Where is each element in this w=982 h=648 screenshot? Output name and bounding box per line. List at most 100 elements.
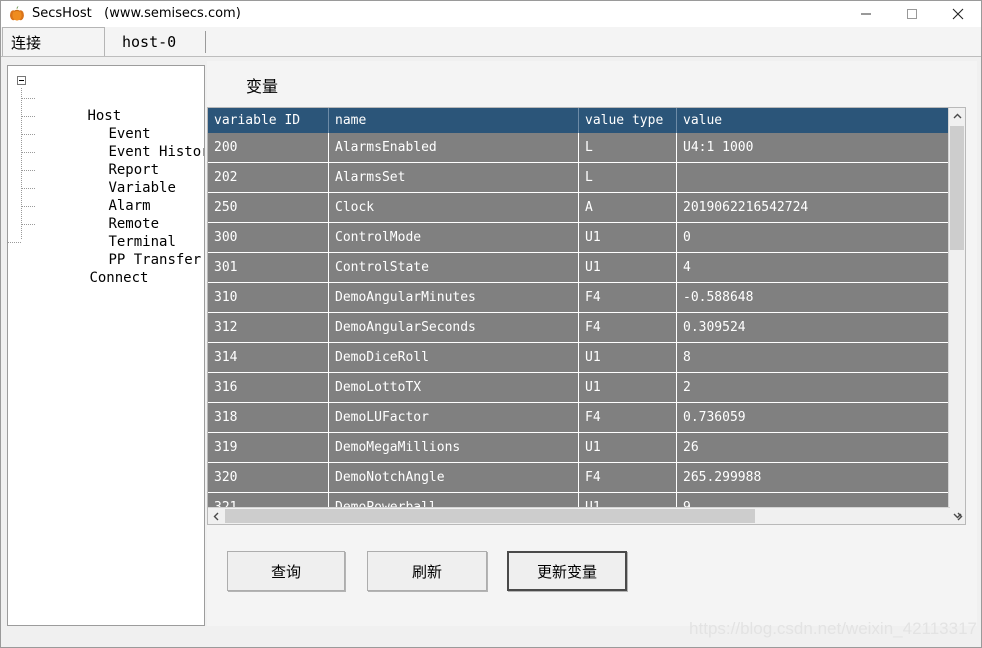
action-button-bar: 查询 刷新 更新变量 — [207, 551, 966, 601]
table-row[interactable]: 300 ControlMode U1 0 — [208, 223, 950, 253]
cell-variable-id[interactable]: 320 — [208, 463, 329, 493]
cell-variable-id[interactable]: 312 — [208, 313, 329, 343]
horizontal-scrollbar-thumb[interactable] — [225, 509, 755, 523]
cell-name[interactable]: AlarmsSet — [329, 163, 579, 193]
cell-value-type[interactable]: U1 — [579, 373, 677, 403]
cell-value-type[interactable]: F4 — [579, 463, 677, 493]
cell-value[interactable]: 2 — [677, 373, 950, 403]
variable-table: variable ID name value type value 200 Ala… — [207, 107, 966, 525]
collapse-expander-icon[interactable] — [17, 76, 26, 85]
table-row[interactable]: 318 DemoLUFactor F4 0.736059 — [208, 403, 950, 433]
watermark: https://blog.csdn.net/weixin_42113317 — [689, 619, 977, 638]
table-row[interactable]: 312 DemoAngularSeconds F4 0.309524 — [208, 313, 950, 343]
refresh-button[interactable]: 刷新 — [367, 551, 487, 591]
cell-value-type[interactable]: F4 — [579, 403, 677, 433]
query-button[interactable]: 查询 — [227, 551, 345, 591]
maximize-icon[interactable] — [889, 1, 935, 27]
window-title: SecsHost (www.semisecs.com) — [32, 6, 241, 21]
tree-item-host[interactable]: Host — [8, 71, 204, 124]
cell-variable-id[interactable]: 200 — [208, 133, 329, 163]
cell-value[interactable] — [677, 163, 950, 193]
tree-item-connect[interactable]: Connect — [8, 233, 204, 286]
tree-item-report[interactable]: Report — [8, 125, 204, 178]
chevron-left-icon[interactable] — [208, 508, 224, 524]
cell-name[interactable]: DemoDiceRoll — [329, 343, 579, 373]
vertical-scrollbar[interactable] — [948, 108, 965, 524]
tree-branch-line — [22, 152, 36, 153]
cell-name[interactable]: Clock — [329, 193, 579, 223]
cell-name[interactable]: DemoAngularSeconds — [329, 313, 579, 343]
cell-value-type[interactable]: L — [579, 133, 677, 163]
table-row[interactable]: 310 DemoAngularMinutes F4 -0.588648 — [208, 283, 950, 313]
cell-value-type[interactable]: U1 — [579, 253, 677, 283]
cell-value[interactable]: 26 — [677, 433, 950, 463]
table-row[interactable]: 316 DemoLottoTX U1 2 — [208, 373, 950, 403]
tab-host-0[interactable]: host-0 — [106, 27, 206, 56]
table-row[interactable]: 319 DemoMegaMillions U1 26 — [208, 433, 950, 463]
tab-connect[interactable]: 连接 — [2, 27, 105, 56]
cell-value[interactable]: 8 — [677, 343, 950, 373]
cell-name[interactable]: DemoAngularMinutes — [329, 283, 579, 313]
cell-value-type[interactable]: U1 — [579, 223, 677, 253]
tree-branch-line — [22, 134, 36, 135]
cell-name[interactable]: AlarmsEnabled — [329, 133, 579, 163]
column-header-value[interactable]: value — [677, 108, 950, 133]
cell-name[interactable]: DemoMegaMillions — [329, 433, 579, 463]
tree-branch-line — [22, 206, 36, 207]
column-header-value-type[interactable]: value type — [579, 108, 677, 133]
table-row[interactable]: 200 AlarmsEnabled L U4:1 1000 — [208, 133, 950, 163]
cell-variable-id[interactable]: 301 — [208, 253, 329, 283]
close-icon[interactable] — [935, 1, 981, 27]
tree-item-remote[interactable]: Remote — [8, 179, 204, 232]
tab-strip: 连接 host-0 — [1, 27, 981, 57]
tree-item-event[interactable]: Event — [8, 89, 204, 142]
cell-value[interactable]: 2019062216542724 — [677, 193, 950, 223]
cell-variable-id[interactable]: 250 — [208, 193, 329, 223]
chevron-up-icon[interactable] — [949, 108, 965, 125]
cell-variable-id[interactable]: 316 — [208, 373, 329, 403]
cell-name[interactable]: ControlState — [329, 253, 579, 283]
tree-item-terminal[interactable]: Terminal — [8, 197, 204, 250]
title-bar: SecsHost (www.semisecs.com) — [1, 1, 981, 27]
cell-variable-id[interactable]: 314 — [208, 343, 329, 373]
cell-value[interactable]: -0.588648 — [677, 283, 950, 313]
tree-item-alarm[interactable]: Alarm — [8, 161, 204, 214]
cell-value-type[interactable]: A — [579, 193, 677, 223]
cell-variable-id[interactable]: 202 — [208, 163, 329, 193]
tree-item-pp-transfer[interactable]: PP Transfer — [8, 215, 204, 268]
cell-value[interactable]: 265.299988 — [677, 463, 950, 493]
minimize-icon[interactable] — [843, 1, 889, 27]
table-row[interactable]: 320 DemoNotchAngle F4 265.299988 — [208, 463, 950, 493]
table-row[interactable]: 314 DemoDiceRoll U1 8 — [208, 343, 950, 373]
cell-value-type[interactable]: F4 — [579, 283, 677, 313]
cell-value[interactable]: 0 — [677, 223, 950, 253]
cell-value-type[interactable]: U1 — [579, 343, 677, 373]
chevron-right-icon[interactable] — [951, 508, 965, 524]
cell-value[interactable]: 0.309524 — [677, 313, 950, 343]
table-row[interactable]: 250 Clock A 2019062216542724 — [208, 193, 950, 223]
column-header-name[interactable]: name — [329, 108, 579, 133]
cell-name[interactable]: DemoLUFactor — [329, 403, 579, 433]
tree-item-variable[interactable]: Variable — [8, 143, 204, 196]
cell-variable-id[interactable]: 310 — [208, 283, 329, 313]
table-row[interactable]: 301 ControlState U1 4 — [208, 253, 950, 283]
cell-variable-id[interactable]: 319 — [208, 433, 329, 463]
table-row[interactable]: 202 AlarmsSet L — [208, 163, 950, 193]
cell-name[interactable]: ControlMode — [329, 223, 579, 253]
horizontal-scrollbar[interactable] — [208, 507, 962, 524]
update-variable-button[interactable]: 更新变量 — [507, 551, 627, 591]
cell-value-type[interactable]: L — [579, 163, 677, 193]
cell-name[interactable]: DemoNotchAngle — [329, 463, 579, 493]
cell-value-type[interactable]: U1 — [579, 433, 677, 463]
cell-value[interactable]: U4:1 1000 — [677, 133, 950, 163]
cell-value[interactable]: 0.736059 — [677, 403, 950, 433]
cell-value[interactable]: 4 — [677, 253, 950, 283]
cell-variable-id[interactable]: 318 — [208, 403, 329, 433]
tree-item-event-history[interactable]: Event History — [8, 107, 204, 160]
main-content-panel: 变量 variable ID name value type value 200… — [207, 61, 977, 626]
cell-name[interactable]: DemoLottoTX — [329, 373, 579, 403]
vertical-scrollbar-thumb[interactable] — [950, 126, 964, 250]
cell-variable-id[interactable]: 300 — [208, 223, 329, 253]
column-header-variable-id[interactable]: variable ID — [208, 108, 329, 133]
cell-value-type[interactable]: F4 — [579, 313, 677, 343]
